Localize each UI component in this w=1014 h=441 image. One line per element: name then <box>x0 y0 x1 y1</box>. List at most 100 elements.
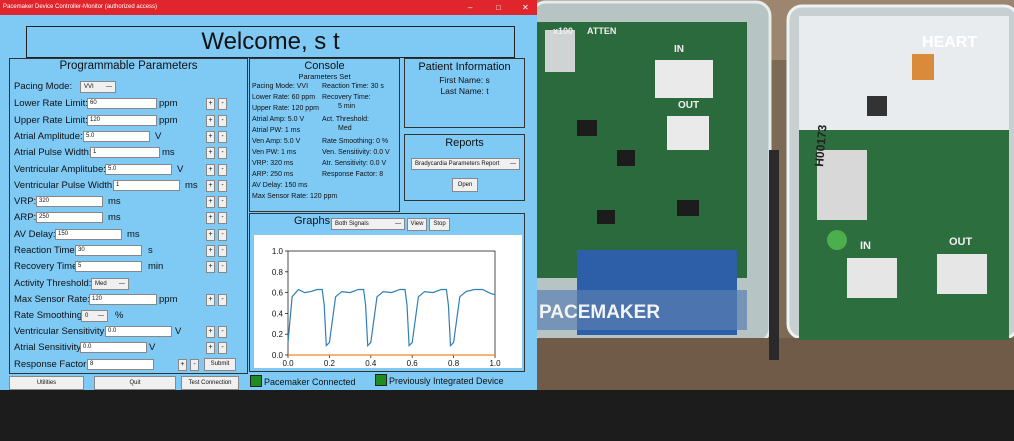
atrial-amplitude-input[interactable]: 5.0 <box>83 131 150 142</box>
arp-input[interactable]: 250 <box>36 212 103 223</box>
response-factor-label: Response Factor: <box>14 359 89 370</box>
console-subtitle: Parameters Set <box>298 72 351 81</box>
atrial-pulse-width-label: Atrial Pulse Width: <box>14 147 92 158</box>
atrial-sensitivity-minus-button[interactable]: - <box>218 342 227 354</box>
report-type-value: Bradycardia Parameters Report <box>415 161 500 167</box>
console-line: Ven Amp: 5.0 V <box>252 138 301 145</box>
upper-rate-plus-button[interactable]: + <box>206 115 215 127</box>
ventricular-pulse-width-plus-button[interactable]: + <box>206 180 215 192</box>
ventricular-amplitude-minus-button[interactable]: - <box>218 164 227 176</box>
reaction-time-plus-button[interactable]: + <box>206 245 215 257</box>
upper-rate-input[interactable]: 120 <box>87 115 157 126</box>
vrp-input[interactable]: 320 <box>36 196 103 207</box>
reports-panel: Reports Bradycardia Parameters Report — … <box>404 134 525 201</box>
stop-button[interactable]: Stop <box>429 218 450 231</box>
reaction-time-minus-button[interactable]: - <box>218 245 227 257</box>
test-connection-button[interactable]: Test Connection <box>181 376 239 390</box>
pacemaker-board-label: PACEMAKER <box>539 302 661 323</box>
vrp-plus-button[interactable]: + <box>206 196 215 208</box>
utilities-button[interactable]: Utilities <box>9 376 84 390</box>
ventricular-pulse-width-unit: ms <box>185 180 198 191</box>
vrp-minus-button[interactable]: - <box>218 196 227 208</box>
ventricular-sensitivity-input[interactable]: 0.0 <box>105 326 172 337</box>
pacing-mode-select[interactable]: VVI — <box>80 81 116 93</box>
max-sensor-rate-plus-button[interactable]: + <box>206 294 215 306</box>
reaction-time-unit: s <box>148 245 153 256</box>
atrial-sensitivity-input[interactable]: 0.0 <box>80 342 147 353</box>
open-report-button[interactable]: Open <box>452 178 478 192</box>
ventricular-amplitude-label: Ventricular Amplitube: <box>14 164 106 175</box>
arp-minus-button[interactable]: - <box>218 212 227 224</box>
response-factor-plus-button[interactable]: + <box>178 359 187 371</box>
console-line: Ven. Sensitivity: 0.0 V <box>322 149 390 156</box>
activity-threshold-value: Med <box>95 281 107 287</box>
y-tick-label: 0.8 <box>272 268 284 277</box>
activity-threshold-select[interactable]: Med — <box>91 278 129 290</box>
ventricular-amplitude-input[interactable]: 5.0 <box>105 164 172 175</box>
board-label: ATTEN <box>587 26 617 36</box>
ventricular-pulse-width-label: Ventricular Pulse Width: <box>14 180 115 191</box>
connection-status: Pacemaker Connected <box>264 377 356 387</box>
series-line-0 <box>287 288 496 347</box>
recovery-time-unit: min <box>148 261 164 272</box>
title-bar: Pacemaker Device Controller-Monitor (aut… <box>0 0 537 15</box>
console-panel: Console Parameters Set Pacing Mode: VVI … <box>249 58 400 212</box>
max-sensor-rate-minus-button[interactable]: - <box>218 294 227 306</box>
ventricular-sensitivity-minus-button[interactable]: - <box>218 326 227 338</box>
minimize-icon[interactable]: – <box>468 0 472 15</box>
atrial-pulse-width-plus-button[interactable]: + <box>206 147 215 159</box>
atrial-amplitude-plus-button[interactable]: + <box>206 131 215 143</box>
y-tick-label: 1.0 <box>272 247 284 256</box>
ventricular-sensitivity-plus-button[interactable]: + <box>206 326 215 338</box>
av-delay-minus-button[interactable]: - <box>218 229 227 241</box>
response-factor-minus-button[interactable]: - <box>190 359 199 371</box>
view-button[interactable]: View <box>407 218 427 231</box>
av-delay-input[interactable]: 150 <box>55 229 122 240</box>
ventricular-amplitude-plus-button[interactable]: + <box>206 164 215 176</box>
ventricular-pulse-width-minus-button[interactable]: - <box>218 180 227 192</box>
report-type-select[interactable]: Bradycardia Parameters Report — <box>411 158 520 170</box>
signal-select[interactable]: Both Signals — <box>331 218 405 230</box>
y-tick-label: 0.6 <box>272 289 284 298</box>
quit-button[interactable]: Quit <box>94 376 176 390</box>
console-line: Response Factor: 8 <box>322 171 384 178</box>
console-line: Rate Smoothing: 0 % <box>322 138 389 145</box>
maximize-icon[interactable]: □ <box>496 0 501 15</box>
recovery-time-input[interactable]: 5 <box>75 261 142 272</box>
lower-rate-plus-button[interactable]: + <box>206 98 215 110</box>
av-delay-plus-button[interactable]: + <box>206 229 215 241</box>
console-line: Act. Threshold: <box>322 116 369 123</box>
atrial-amplitude-unit: V <box>155 131 162 142</box>
ventricular-sensitivity-unit: V <box>175 326 182 337</box>
graphs-panel: Graphs Both Signals — View Stop 0.0 0.2 0.… <box>249 213 525 372</box>
response-factor-input[interactable]: 8 <box>87 359 154 370</box>
atrial-sensitivity-plus-button[interactable]: + <box>206 342 215 354</box>
heart-label: HEART <box>922 34 978 51</box>
graphs-title: Graphs <box>294 215 331 227</box>
lower-rate-label: Lower Rate Limit: <box>14 98 88 109</box>
recovery-time-plus-button[interactable]: + <box>206 261 215 273</box>
connection-indicator <box>250 375 262 387</box>
console-line: AV Delay: 150 ms <box>252 182 308 189</box>
recovery-time-minus-button[interactable]: - <box>218 261 227 273</box>
atrial-pulse-width-minus-button[interactable]: - <box>218 147 227 159</box>
ventricular-pulse-width-input[interactable]: 1 <box>113 180 180 191</box>
console-line: Recovery Time: <box>322 94 371 101</box>
close-icon[interactable]: ✕ <box>522 0 529 15</box>
patient-info-panel: Patient Information First Name: s Last N… <box>404 58 525 128</box>
submit-button[interactable]: Submit <box>204 358 236 371</box>
upper-rate-minus-button[interactable]: - <box>218 115 227 127</box>
reaction-time-input[interactable]: 30 <box>75 245 142 256</box>
welcome-banner: Welcome, s t <box>26 26 515 58</box>
pacing-mode-value: VVI <box>84 84 94 90</box>
x-tick-label: 0.0 <box>282 359 294 368</box>
rate-smoothing-select[interactable]: 0 — <box>81 310 108 322</box>
signal-chart: 0.00.20.40.60.81.00.0 0.2 0.4 0.6 0.8 1.0 <box>254 235 522 368</box>
max-sensor-rate-input[interactable]: 120 <box>89 294 157 305</box>
lower-rate-input[interactable]: 60 <box>87 98 157 109</box>
lower-rate-minus-button[interactable]: - <box>218 98 227 110</box>
y-tick-label: 0.2 <box>272 330 284 339</box>
atrial-pulse-width-input[interactable]: 1 <box>90 147 160 158</box>
atrial-amplitude-minus-button[interactable]: - <box>218 131 227 143</box>
arp-plus-button[interactable]: + <box>206 212 215 224</box>
